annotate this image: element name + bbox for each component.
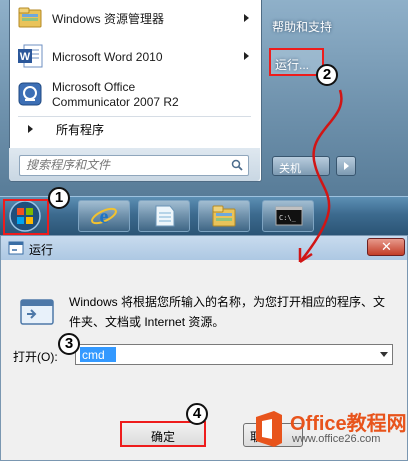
annotation-arrow	[298, 89, 343, 264]
step-badge-3: 3	[58, 333, 80, 355]
watermark-brand: Office教程网	[290, 413, 407, 435]
watermark-url: www.office26.com	[292, 433, 381, 445]
step-badge-4: 4	[186, 403, 208, 425]
step-badge-2: 2	[316, 64, 338, 86]
office-logo-icon	[256, 411, 282, 447]
watermark: Office教程网 www.office26.com	[252, 405, 408, 457]
step-badge-1: 1	[48, 187, 70, 209]
